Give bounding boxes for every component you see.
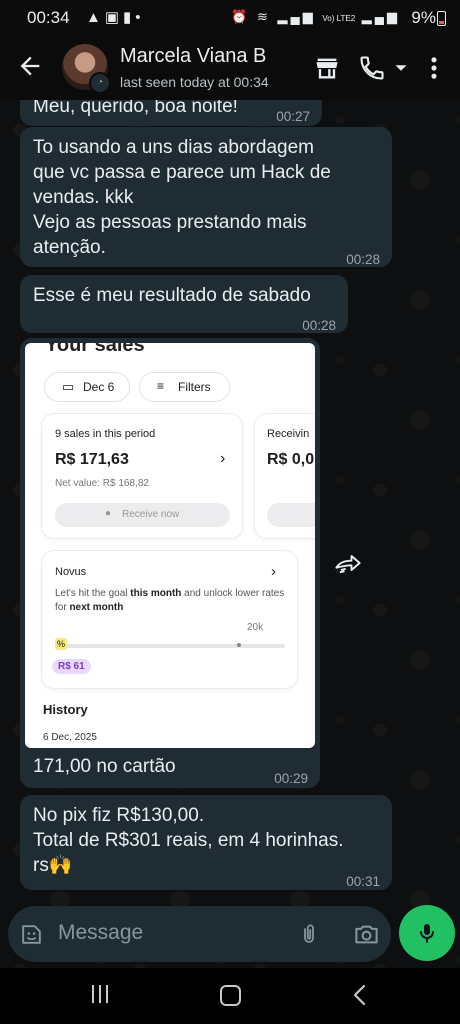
history-title: History <box>43 702 88 717</box>
receiving-amount: R$ 0,0 <box>267 451 315 468</box>
chat-header: ◔ Marcela Viana B last seen today at 00:… <box>0 34 460 100</box>
goal-marker <box>237 643 241 647</box>
calendar-icon: ▭ <box>62 379 75 394</box>
message-time: 00:28 <box>302 318 336 333</box>
message-text: Meu, querido, boa noite! <box>33 100 238 117</box>
message-bubble[interactable]: No pix fiz R$130,00. Total de R$301 reai… <box>20 795 392 890</box>
forward-icon[interactable] <box>334 551 362 575</box>
message-input[interactable]: Message <box>58 921 143 945</box>
drop-icon: ● <box>105 508 112 519</box>
back-nav-icon[interactable] <box>351 984 369 1006</box>
sales-amount: R$ 171,63 <box>55 451 129 468</box>
receiving-title: Receivin <box>267 428 310 440</box>
recents-icon[interactable] <box>91 985 111 1005</box>
message-time: 00:29 <box>274 771 308 786</box>
filters-chip-label: Filters <box>178 380 211 394</box>
date-chip-label: Dec 6 <box>83 380 115 394</box>
phone-icon[interactable] <box>358 54 386 82</box>
network-label: Vo) LTE2 <box>322 14 356 23</box>
progress-badge: R$ 61 <box>52 659 91 674</box>
alarm-icon: ⏰ <box>231 9 251 24</box>
home-icon[interactable] <box>220 985 241 1006</box>
novus-description: Let's hit the goal this month and unlock… <box>55 588 285 613</box>
system-nav-bar <box>0 968 460 1024</box>
message-bubble[interactable]: To usando a uns dias abordagem que vc pa… <box>20 127 392 267</box>
history-date: 6 Dec, 2025 <box>43 732 97 743</box>
message-text: To usando a uns dias abordagem que vc pa… <box>33 137 331 258</box>
chat-area[interactable]: Meu, querido, boa noite! 00:27 To usando… <box>0 100 460 968</box>
store-icon[interactable] <box>313 54 341 82</box>
mic-icon <box>420 924 434 943</box>
message-bubble[interactable]: Meu, querido, boa noite! 00:27 <box>20 100 322 126</box>
status-ring-icon: ◔ <box>89 72 111 94</box>
battery-percent: 9% <box>411 8 436 27</box>
message-bubble[interactable]: Esse é meu resultado de sabado 00:28 <box>20 275 348 333</box>
chevron-right-icon: › <box>220 450 226 467</box>
back-arrow-icon[interactable] <box>16 52 44 80</box>
net-value: Net value: R$ 168,82 <box>55 478 149 489</box>
receiving-card: Receivin R$ 0,0 <box>255 414 315 538</box>
camera-icon[interactable] <box>353 921 380 948</box>
message-composer[interactable]: Message <box>8 906 391 962</box>
receiving-button <box>267 503 315 527</box>
message-time: 00:27 <box>276 109 310 124</box>
receive-now-label: Receive now <box>122 509 180 520</box>
goal-label: 20k <box>247 622 264 633</box>
mic-button[interactable] <box>399 905 455 961</box>
sales-screenshot-image[interactable]: Your sales ▭ Dec 6 ≡ Filters 9 sales in … <box>25 343 315 748</box>
message-text: 171,00 no cartão <box>33 756 176 777</box>
novus-title: Novus <box>55 566 87 578</box>
sliders-icon: ≡ <box>157 379 165 393</box>
chevron-right-icon: › <box>271 563 276 580</box>
notification-icons: ▲▣▮• <box>86 9 145 26</box>
sales-count: 9 sales in this period <box>55 428 156 440</box>
goal-progress-track <box>55 644 285 648</box>
sticker-icon[interactable] <box>19 922 44 947</box>
more-vert-icon[interactable] <box>420 54 448 82</box>
receive-now-button: ● Receive now <box>55 503 230 527</box>
last-seen: last seen today at 00:34 <box>120 74 269 90</box>
status-time: 00:34 <box>27 8 70 27</box>
message-time: 00:28 <box>346 252 380 267</box>
attach-icon[interactable] <box>297 921 321 947</box>
sales-heading: Your sales <box>45 343 145 356</box>
contact-name[interactable]: Marcela Viana B <box>120 45 266 68</box>
percent-icon: % <box>55 638 67 650</box>
wifi-icon: ≋ <box>257 9 271 24</box>
sales-card: 9 sales in this period R$ 171,63 › Net v… <box>42 414 242 538</box>
novus-card: Novus › Let's hit the goal this month an… <box>42 551 297 688</box>
message-text: Esse é meu resultado de sabado <box>33 285 311 306</box>
date-chip: ▭ Dec 6 <box>44 372 130 402</box>
signal-icon-2: ▂▄▆ <box>361 9 400 24</box>
caret-down-icon[interactable] <box>390 54 412 82</box>
filters-chip: ≡ Filters <box>139 372 230 402</box>
message-text: No pix fiz R$130,00. Total de R$301 reai… <box>33 805 344 876</box>
signal-icon: ▂▄▆ <box>277 9 316 24</box>
message-time: 00:31 <box>346 874 380 889</box>
status-bar: 00:34 ▲▣▮• ⏰ ≋ ▂▄▆ Vo) LTE2 ▂▄▆ 9% <box>0 0 460 34</box>
battery-icon <box>437 11 446 26</box>
signal-icons: ⏰ ≋ ▂▄▆ Vo) LTE2 ▂▄▆ <box>231 9 400 25</box>
